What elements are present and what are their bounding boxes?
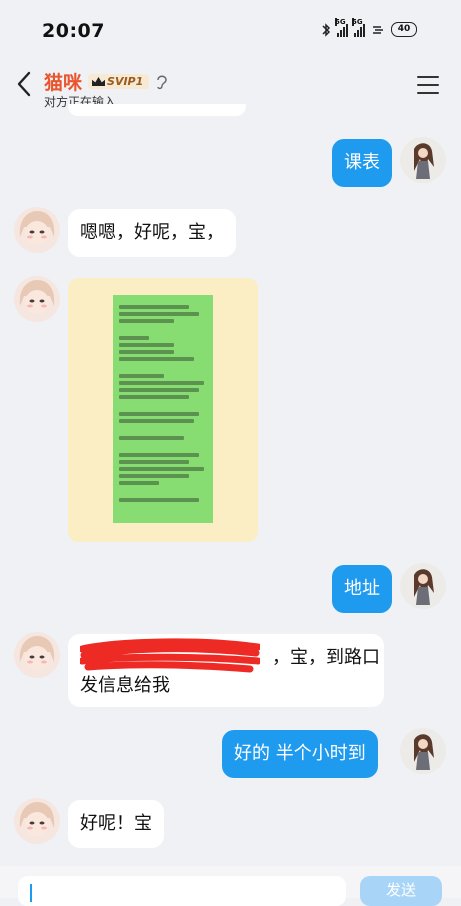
contact-avatar[interactable] (14, 632, 60, 678)
previous-message-bubble (68, 104, 246, 116)
message-text-visible: ，宝，到路口 (272, 647, 380, 668)
svip-badge[interactable]: SVIP1 (88, 74, 150, 89)
message-input[interactable] (18, 876, 346, 906)
contact-avatar[interactable] (14, 207, 60, 253)
menu-icon[interactable] (417, 76, 439, 94)
avatar-image (14, 798, 60, 844)
redaction-scribble (80, 638, 260, 673)
signal-5g-icon: 5G (352, 17, 365, 37)
status-bar: 20:07 5G 5G 40 (0, 0, 461, 60)
send-button[interactable]: 发送 (360, 876, 442, 906)
contact-name[interactable]: 猫咪 (44, 68, 82, 95)
back-arrow-icon[interactable] (14, 70, 36, 98)
image-thumbnail (113, 295, 213, 523)
ear-icon (157, 75, 167, 89)
avatar-image (400, 137, 446, 183)
my-avatar[interactable] (400, 137, 446, 183)
image-message[interactable] (68, 278, 258, 542)
data-sync-icon (373, 25, 383, 34)
input-bar: 发送 (0, 866, 461, 906)
network-label: 5G (335, 17, 346, 26)
signal-5g-icon: 5G (335, 17, 348, 37)
bluetooth-icon (322, 22, 331, 37)
message-bubble-incoming[interactable]: 嗯嗯，好呢，宝， (68, 209, 236, 257)
svip-label: SVIP1 (107, 75, 144, 88)
message-bubble-incoming[interactable]: 好呢！宝 (68, 800, 164, 848)
avatar-image (400, 728, 446, 774)
avatar-image (400, 563, 446, 609)
battery-icon: 40 (391, 22, 417, 37)
text-caret (30, 884, 32, 902)
my-avatar[interactable] (400, 563, 446, 609)
contact-avatar[interactable] (14, 276, 60, 322)
network-label: 5G (352, 17, 363, 26)
crown-icon (92, 77, 106, 86)
title-row: 猫咪 SVIP1 (44, 68, 169, 95)
contact-avatar[interactable] (14, 798, 60, 844)
avatar-image (14, 632, 60, 678)
avatar-image (14, 207, 60, 253)
message-bubble-outgoing[interactable]: 地址 (332, 565, 392, 613)
avatar-image (14, 276, 60, 322)
status-icons: 5G 5G 40 (321, 17, 417, 37)
my-avatar[interactable] (400, 728, 446, 774)
status-time: 20:07 (42, 20, 105, 42)
message-bubble-outgoing[interactable]: 课表 (332, 139, 392, 187)
message-bubble-outgoing[interactable]: 好的 半个小时到 (222, 730, 378, 778)
